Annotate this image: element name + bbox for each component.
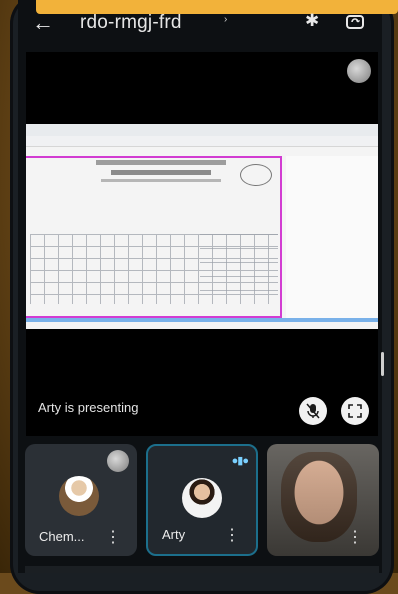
presenting-label: Arty is presenting (38, 400, 139, 415)
more-options-icon[interactable]: ⋮ (347, 530, 363, 546)
mic-off-button[interactable] (299, 397, 327, 425)
sheet-heading (96, 160, 226, 165)
sheet-empty-area (286, 156, 378, 318)
meeting-code[interactable]: rdo-rmgj-frd (80, 10, 182, 36)
participant-name: Chem... (39, 529, 85, 544)
more-options-icon[interactable]: ⋮ (224, 528, 240, 544)
speaking-indicator-icon: ●▮● (231, 455, 249, 467)
chevron-right-icon: › (224, 14, 228, 25)
sheet-tabs-bar (26, 318, 378, 322)
arrow-left-icon[interactable]: ← (32, 10, 54, 36)
avatar (107, 450, 129, 472)
shared-screen (26, 124, 378, 329)
mic-off-icon (306, 403, 320, 419)
top-bar: ← rdo-rmgj-frd › ✱ (18, 8, 382, 42)
fullscreen-icon (348, 404, 362, 418)
switch-camera-icon[interactable] (344, 10, 366, 32)
participant-avatar (182, 478, 222, 518)
fullscreen-button[interactable] (341, 397, 369, 425)
sheet-side-table (200, 234, 278, 304)
self-avatar (347, 59, 371, 83)
participant-avatar (59, 476, 99, 516)
more-options-icon[interactable]: ⋮ (105, 530, 121, 546)
sheet-subheading (111, 170, 211, 175)
participant-tile[interactable]: Chem... ⋮ (25, 444, 137, 556)
participant-tile-video[interactable]: ⋮ (267, 444, 379, 556)
sheet-subheading-2 (101, 179, 221, 182)
participant-tile-active[interactable]: ●▮● Arty ⋮ (146, 444, 258, 556)
participant-name: Arty (162, 527, 186, 542)
bluetooth-icon[interactable]: ✱ (305, 11, 319, 31)
seal-icon (240, 164, 272, 186)
scrollbar[interactable] (381, 352, 384, 376)
sheet-formula-bar (26, 136, 378, 147)
more-tiles-strip (25, 566, 379, 573)
